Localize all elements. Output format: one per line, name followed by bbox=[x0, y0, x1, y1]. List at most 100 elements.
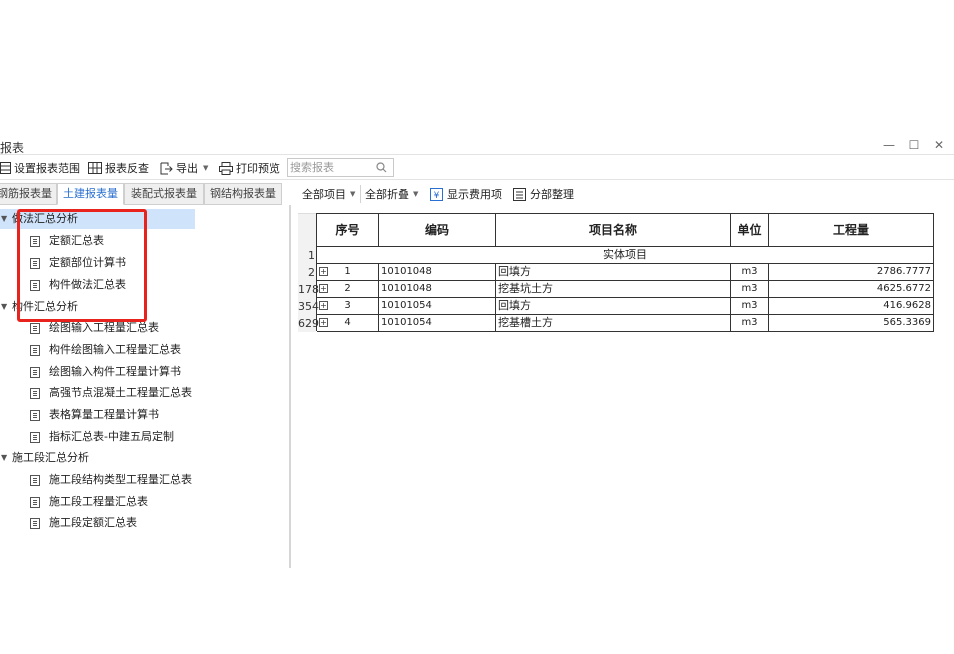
tree-item-label: 施工段定额汇总表 bbox=[49, 516, 137, 529]
document-icon bbox=[30, 475, 40, 486]
export-icon bbox=[160, 162, 173, 174]
document-icon bbox=[30, 388, 40, 399]
row-number: 178 bbox=[298, 281, 319, 298]
caret-down-icon: ▼ bbox=[1, 302, 8, 311]
row-number: 354 bbox=[298, 298, 319, 315]
caret-down-icon: ▼ bbox=[1, 214, 8, 223]
cell-code[interactable]: 10101054 bbox=[379, 298, 496, 315]
expand-icon[interactable]: + bbox=[319, 301, 328, 310]
document-icon bbox=[30, 432, 40, 443]
export-label: 导出 bbox=[176, 162, 198, 175]
tree-item-label: 绘图输入构件工程量计算书 bbox=[49, 365, 181, 378]
cell-unit[interactable]: m3 bbox=[731, 264, 769, 281]
window-title: 报表 bbox=[0, 141, 25, 155]
svg-text:¥: ¥ bbox=[434, 191, 440, 201]
caret-down-icon: ▼ bbox=[1, 453, 8, 462]
chevron-down-icon: ▼ bbox=[203, 164, 209, 172]
col-header-qty[interactable]: 工程量 bbox=[769, 213, 934, 247]
cell-unit[interactable]: m3 bbox=[731, 281, 769, 298]
col-header-code[interactable]: 编码 bbox=[379, 213, 496, 247]
expand-icon[interactable]: + bbox=[319, 318, 328, 327]
all-collapse-dropdown[interactable]: 全部折叠 ▼ bbox=[365, 186, 418, 202]
annotation-highlight-box bbox=[17, 209, 147, 322]
print-preview-label: 打印预览 bbox=[236, 162, 280, 175]
report-view-toolbar: 全部项目 ▼ 全部折叠 ▼ ¥ 显示费用项 分部整理 bbox=[298, 183, 954, 205]
tab-steel-report[interactable]: 钢结构报表量 bbox=[204, 183, 282, 205]
cell-name[interactable]: 回填方 bbox=[496, 298, 731, 315]
tree-item-label: 表格算量工程量计算书 bbox=[49, 408, 159, 421]
cell-seq: 1 bbox=[344, 266, 351, 277]
cell-code[interactable]: 10101054 bbox=[379, 315, 496, 332]
table-row[interactable]: + 2 bbox=[317, 281, 379, 298]
printer-icon bbox=[219, 161, 233, 175]
yen-icon: ¥ bbox=[430, 187, 443, 201]
tree-group-label: 施工段汇总分析 bbox=[12, 451, 89, 464]
row-number: 1 bbox=[298, 247, 316, 264]
group-row-label[interactable]: 实体项目 bbox=[317, 247, 934, 264]
document-icon bbox=[30, 518, 40, 529]
document-icon bbox=[30, 345, 40, 356]
tab-prefab-report[interactable]: 装配式报表量 bbox=[124, 183, 204, 205]
col-header-seq[interactable]: 序号 bbox=[317, 213, 379, 247]
cell-unit[interactable]: m3 bbox=[731, 315, 769, 332]
table-row[interactable]: + 3 bbox=[317, 298, 379, 315]
cell-qty[interactable]: 2786.7777 bbox=[769, 264, 934, 281]
section-arrange-button[interactable]: 分部整理 bbox=[513, 186, 574, 202]
tree-group-section-summary[interactable]: ▼ 施工段汇总分析 bbox=[0, 448, 195, 468]
row-number: 2 bbox=[298, 264, 316, 281]
document-icon bbox=[30, 410, 40, 421]
expand-icon[interactable]: + bbox=[319, 267, 328, 276]
range-icon bbox=[0, 162, 11, 174]
report-type-tabs: 钢筋报表量 土建报表量 装配式报表量 钢结构报表量 bbox=[0, 183, 290, 205]
show-fees-button[interactable]: ¥ 显示费用项 bbox=[430, 186, 502, 202]
main-toolbar: 设置报表范围 报表反查 导出 ▼ 打印预览 bbox=[0, 156, 954, 180]
search-box bbox=[287, 158, 394, 177]
cell-seq: 4 bbox=[344, 317, 351, 328]
section-arrange-label: 分部整理 bbox=[530, 188, 574, 201]
col-header-unit[interactable]: 单位 bbox=[731, 213, 769, 247]
chevron-down-icon: ▼ bbox=[350, 190, 356, 198]
cell-name[interactable]: 回填方 bbox=[496, 264, 731, 281]
tree-item-label: 高强节点混凝土工程量汇总表 bbox=[49, 386, 192, 399]
list-icon bbox=[513, 187, 526, 201]
report-reverse-check-button[interactable]: 报表反查 bbox=[88, 160, 149, 176]
tab-civil-report[interactable]: 土建报表量 bbox=[57, 183, 124, 205]
cell-qty[interactable]: 416.9628 bbox=[769, 298, 934, 315]
tree-item-label: 指标汇总表-中建五局定制 bbox=[49, 430, 174, 443]
table-row[interactable]: + 1 bbox=[317, 264, 379, 281]
row-number: 629 bbox=[298, 315, 319, 332]
cell-code[interactable]: 10101048 bbox=[379, 281, 496, 298]
cell-seq: 2 bbox=[344, 283, 351, 294]
cell-unit[interactable]: m3 bbox=[731, 298, 769, 315]
search-icon[interactable] bbox=[376, 162, 387, 173]
title-bar: 报表 — ☐ ✕ bbox=[0, 136, 954, 155]
table-row[interactable]: + 4 bbox=[317, 315, 379, 332]
corner-cell bbox=[298, 213, 316, 247]
divider bbox=[360, 185, 361, 203]
expand-icon[interactable]: + bbox=[319, 284, 328, 293]
cell-qty[interactable]: 565.3369 bbox=[769, 315, 934, 332]
print-preview-button[interactable]: 打印预览 bbox=[219, 160, 280, 176]
minimize-button[interactable]: — bbox=[880, 137, 898, 153]
tab-rebar-report[interactable]: 钢筋报表量 bbox=[0, 183, 57, 205]
col-header-name[interactable]: 项目名称 bbox=[496, 213, 731, 247]
export-button[interactable]: 导出 ▼ bbox=[160, 160, 208, 176]
set-report-range-button[interactable]: 设置报表范围 bbox=[0, 160, 80, 176]
cell-name[interactable]: 挖基坑土方 bbox=[496, 281, 731, 298]
tree-item-label: 施工段工程量汇总表 bbox=[49, 495, 148, 508]
cell-code[interactable]: 10101048 bbox=[379, 264, 496, 281]
cell-qty[interactable]: 4625.6772 bbox=[769, 281, 934, 298]
document-icon bbox=[30, 323, 40, 334]
search-input[interactable] bbox=[290, 160, 376, 175]
tree-item-label: 施工段结构类型工程量汇总表 bbox=[49, 473, 192, 486]
document-icon bbox=[30, 367, 40, 378]
all-items-label: 全部项目 bbox=[302, 188, 346, 201]
cell-name[interactable]: 挖基槽土方 bbox=[496, 315, 731, 332]
close-button[interactable]: ✕ bbox=[930, 137, 948, 153]
report-reverse-check-label: 报表反查 bbox=[105, 162, 149, 175]
grid-icon bbox=[88, 162, 102, 174]
chevron-down-icon: ▼ bbox=[413, 190, 419, 198]
maximize-button[interactable]: ☐ bbox=[905, 137, 923, 153]
cell-seq: 3 bbox=[344, 300, 351, 311]
all-items-dropdown[interactable]: 全部项目 ▼ bbox=[302, 186, 355, 202]
